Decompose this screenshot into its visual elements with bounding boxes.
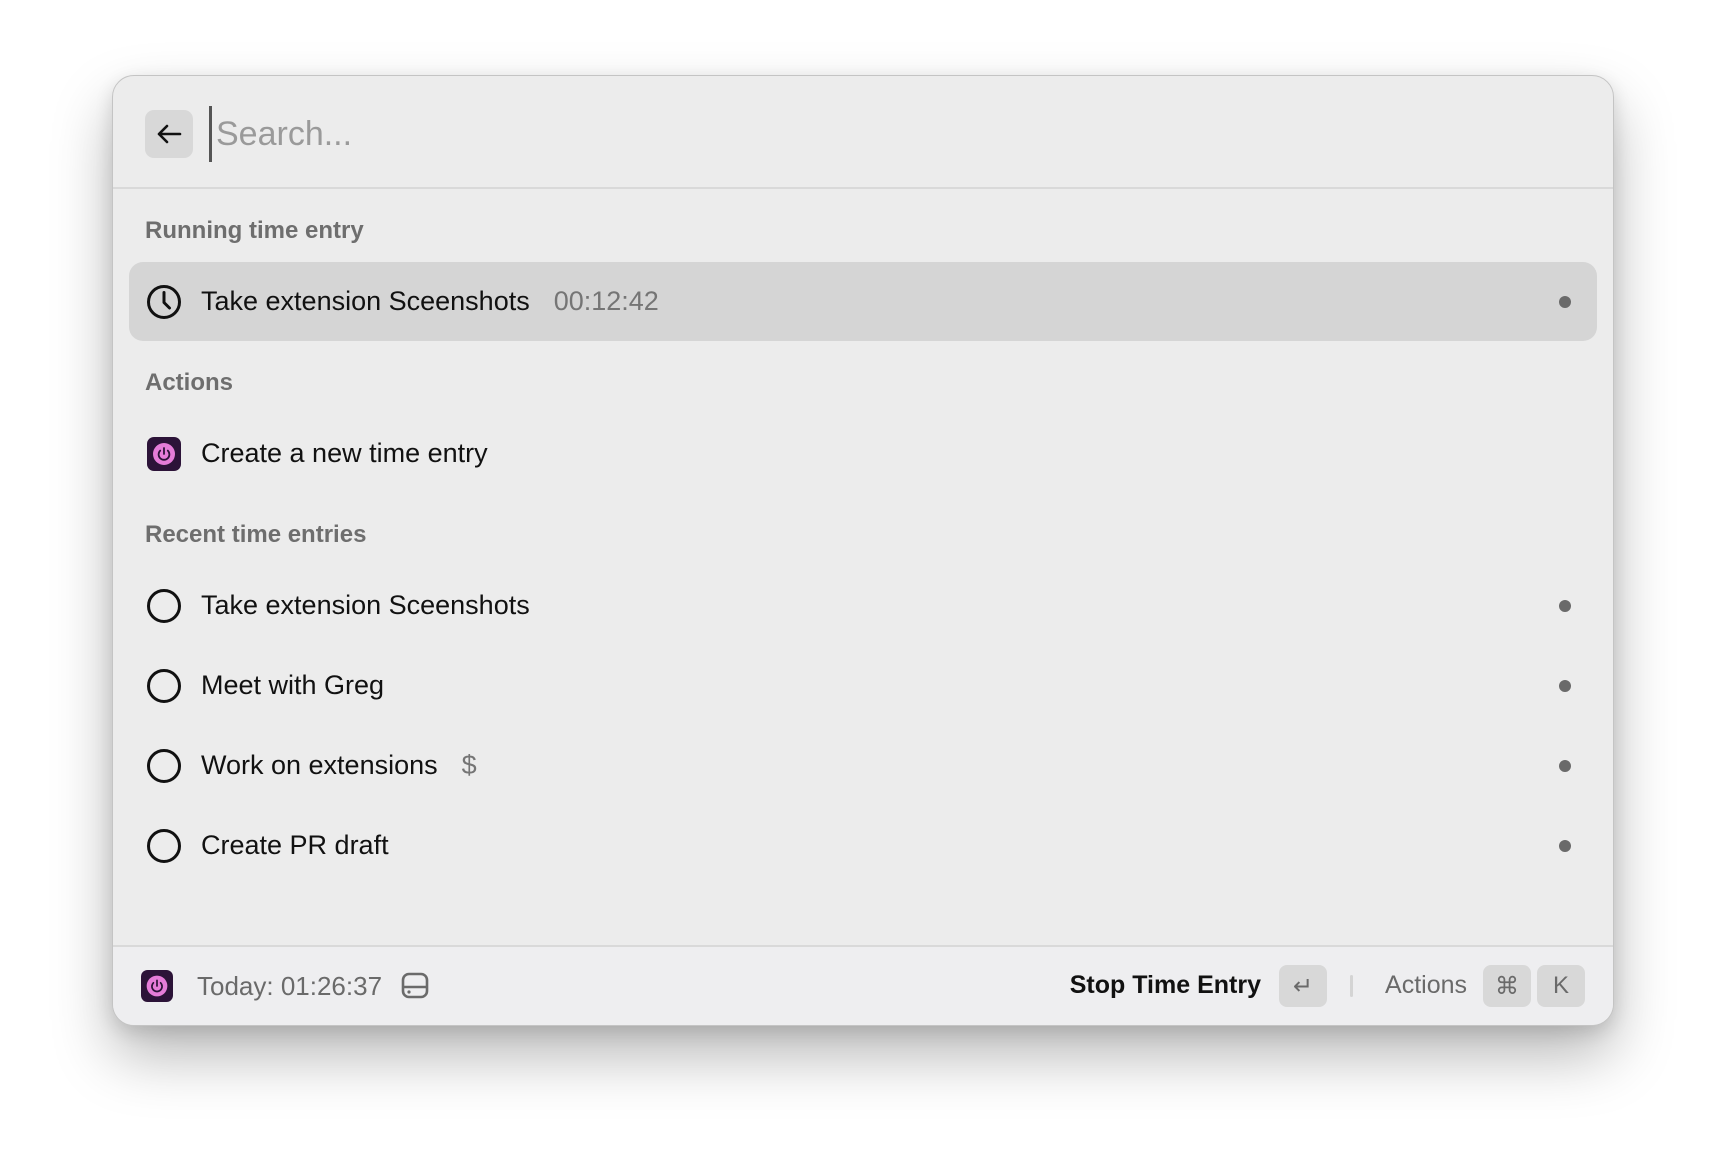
divider xyxy=(1350,975,1353,997)
recent-entry-title: Work on extensions xyxy=(201,750,438,780)
recent-entry-title: Take extension Sceenshots xyxy=(201,590,530,620)
storage-icon[interactable] xyxy=(399,969,431,1001)
running-entry-row[interactable]: Take extension Sceenshots 00:12:42 xyxy=(129,262,1597,341)
status-dot xyxy=(1559,840,1571,852)
actions-button[interactable]: Actions xyxy=(1385,971,1467,1000)
recent-entry-row[interactable]: Create PR draft xyxy=(129,806,1597,885)
arrow-left-icon xyxy=(157,124,182,144)
recent-entry-text: Take extension Sceenshots xyxy=(201,590,530,621)
status-dot xyxy=(1559,600,1571,612)
section-label-actions: Actions xyxy=(145,369,234,396)
recent-entry-text: Meet with Greg xyxy=(201,670,384,701)
action-bar: Today: 01:26:37 Stop Time Entry ↵ Action… xyxy=(113,945,1613,1025)
running-entry-text: Take extension Sceenshots 00:12:42 xyxy=(201,286,659,317)
section-label-running: Running time entry xyxy=(145,217,364,244)
circle-icon xyxy=(146,588,182,624)
billable-dollar-icon: $ xyxy=(461,750,477,780)
running-entry-title: Take extension Sceenshots xyxy=(201,286,530,316)
back-button[interactable] xyxy=(145,110,193,158)
today-total: Today: 01:26:37 xyxy=(197,971,383,1001)
extension-window: Running time entry Take extension Sceens… xyxy=(112,75,1614,1026)
recent-entry-row[interactable]: Meet with Greg xyxy=(129,646,1597,725)
running-entry-duration: 00:12:42 xyxy=(553,286,659,316)
circle-icon xyxy=(146,668,182,704)
recent-entry-row[interactable]: Work on extensions $ xyxy=(129,726,1597,805)
circle-icon xyxy=(146,828,182,864)
create-time-entry-row[interactable]: Create a new time entry xyxy=(129,414,1597,493)
recent-entry-title: Meet with Greg xyxy=(201,670,385,700)
recent-entry-text: Create PR draft xyxy=(201,830,389,861)
recent-entry-row[interactable]: Take extension Sceenshots xyxy=(129,566,1597,645)
create-time-entry-text: Create a new time entry xyxy=(201,438,488,469)
stop-time-entry-button[interactable]: Stop Time Entry xyxy=(1070,971,1261,1000)
status-dot xyxy=(1559,760,1571,772)
k-key-hint: K xyxy=(1537,965,1585,1007)
search-input[interactable] xyxy=(209,106,1576,162)
recent-entry-text: Work on extensions $ xyxy=(201,750,477,781)
toggl-app-icon xyxy=(146,436,182,472)
command-key-hint: ⌘ xyxy=(1483,965,1531,1007)
search-header xyxy=(113,76,1613,189)
status-dot xyxy=(1559,680,1571,692)
enter-key-hint: ↵ xyxy=(1279,965,1327,1007)
clock-icon xyxy=(146,284,182,320)
section-label-recent: Recent time entries xyxy=(145,521,367,548)
create-time-entry-title: Create a new time entry xyxy=(201,438,488,468)
circle-icon xyxy=(146,748,182,784)
toggl-app-icon xyxy=(141,970,173,1002)
status-dot xyxy=(1559,296,1571,308)
recent-entry-title: Create PR draft xyxy=(201,830,389,860)
